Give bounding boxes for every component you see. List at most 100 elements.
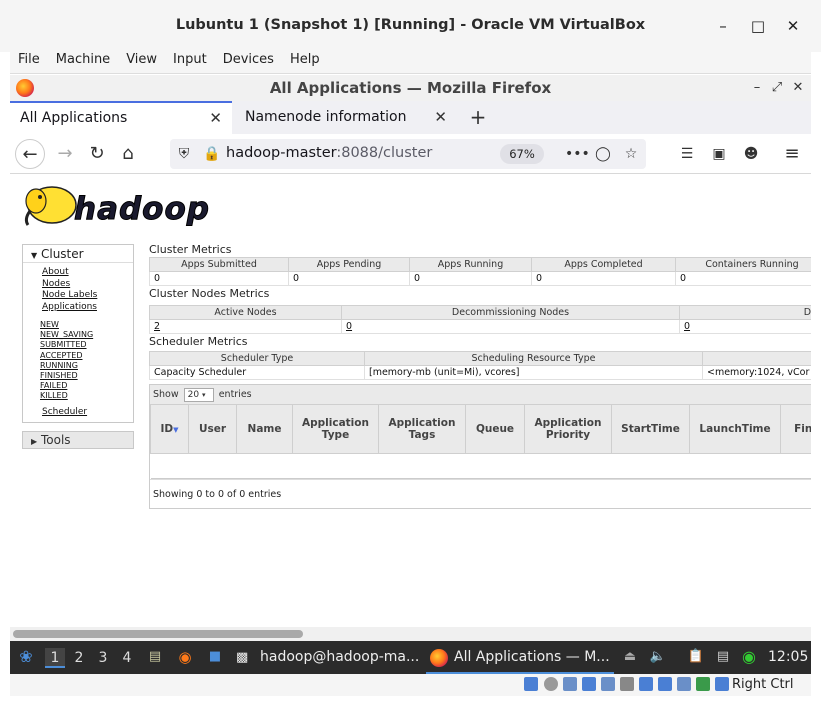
cluster-metrics-table: Apps Submitted Apps Pending Apps Running… xyxy=(149,257,811,286)
display-icon[interactable] xyxy=(639,677,653,691)
cluster-header[interactable]: ▼ Cluster xyxy=(23,245,133,263)
app-state-accepted[interactable]: ACCEPTED xyxy=(40,351,133,361)
sidebar-link-node-labels[interactable]: Node Labels xyxy=(42,290,133,302)
workspace-2[interactable]: 2 xyxy=(69,648,89,668)
column-header-launchtime[interactable]: LaunchTime xyxy=(689,404,781,454)
audio-icon[interactable] xyxy=(563,677,577,691)
entries-select[interactable]: 20 ▾ xyxy=(183,387,214,402)
sidebar-link-scheduler[interactable]: Scheduler xyxy=(42,407,133,419)
virtualization-icon[interactable] xyxy=(677,677,691,691)
close-tab-icon[interactable]: ✕ xyxy=(434,101,447,134)
forward-icon[interactable]: → xyxy=(50,139,80,169)
shared-folders-icon[interactable] xyxy=(620,677,634,691)
more-actions-icon[interactable]: ••• xyxy=(565,144,590,164)
menu-icon[interactable]: ≡ xyxy=(782,144,802,164)
optical-drive-icon[interactable] xyxy=(544,677,558,691)
sidebar-icon[interactable]: ▣ xyxy=(709,144,729,164)
account-icon[interactable]: ☻ xyxy=(741,144,761,164)
library-icon[interactable]: ☰ xyxy=(677,144,697,164)
hadoop-logo[interactable]: hadoop xyxy=(22,181,222,231)
ff-minimize-icon[interactable]: – xyxy=(748,79,766,97)
task-terminal[interactable]: ▩ hadoop@hadoop-ma... xyxy=(232,641,422,674)
maximize-icon[interactable]: □ xyxy=(746,14,770,38)
app-state-new[interactable]: NEW xyxy=(40,320,133,330)
mouse-integration-icon[interactable] xyxy=(696,677,710,691)
insecure-lock-icon[interactable]: 🔒 xyxy=(202,144,222,164)
keyboard-capture-icon[interactable] xyxy=(715,677,729,691)
desktop-icon[interactable]: ■ xyxy=(205,647,225,667)
clock[interactable]: 12:05 xyxy=(768,649,808,665)
hard-disk-icon[interactable] xyxy=(524,677,538,691)
clipboard-icon[interactable]: 📋 xyxy=(686,647,706,667)
applications-table: ID▼ User Name Application Type Applicati… xyxy=(150,404,811,479)
reload-icon[interactable]: ↻ xyxy=(82,139,112,169)
menu-input[interactable]: Input xyxy=(165,46,215,67)
scrollbar-thumb[interactable] xyxy=(13,630,303,638)
pocket-icon[interactable]: ◯ xyxy=(593,144,613,164)
app-state-failed[interactable]: FAILED xyxy=(40,381,133,391)
column-header-application-tags[interactable]: Application Tags xyxy=(378,404,466,454)
back-icon[interactable]: ← xyxy=(15,139,45,169)
menu-devices[interactable]: Devices xyxy=(215,46,282,67)
app-state-finished[interactable]: FINISHED xyxy=(40,371,133,381)
column-header: Containers Running xyxy=(675,257,811,272)
sidebar-link-applications[interactable]: Applications xyxy=(42,302,133,314)
new-tab-icon[interactable]: + xyxy=(466,105,490,129)
menu-file[interactable]: File xyxy=(10,46,48,67)
zoom-level-badge[interactable]: 67% xyxy=(500,144,544,164)
column-header-user[interactable]: User xyxy=(188,404,237,454)
column-header-id[interactable]: ID▼ xyxy=(150,404,189,454)
start-menu-icon[interactable]: ❀ xyxy=(16,647,36,667)
app-state-killed[interactable]: KILLED xyxy=(40,391,133,401)
app-state-submitted[interactable]: SUBMITTED xyxy=(40,340,133,350)
column-header-application-type[interactable]: Application Type xyxy=(292,404,379,454)
firefox-launcher-icon[interactable]: ◉ xyxy=(175,647,195,667)
tab-namenode-information[interactable]: Namenode information ✕ xyxy=(235,101,457,134)
ff-maximize-icon[interactable]: ⤢ xyxy=(768,79,786,97)
shield-icon[interactable]: ⛨ xyxy=(174,144,194,164)
close-icon[interactable]: ✕ xyxy=(781,14,805,38)
column-header-queue[interactable]: Queue xyxy=(465,404,525,454)
url-bar[interactable]: ⛨ 🔒 hadoop-master:8088/cluster 67% ••• ◯… xyxy=(170,139,646,169)
task-firefox[interactable]: All Applications — M... xyxy=(426,641,614,674)
close-tab-icon[interactable]: ✕ xyxy=(209,103,222,134)
volume-icon[interactable]: 🔈 xyxy=(648,647,668,667)
usb-icon[interactable] xyxy=(601,677,615,691)
workspace-1[interactable]: 1 xyxy=(45,648,65,668)
menu-machine[interactable]: Machine xyxy=(48,46,118,67)
cluster-section: ▼ Cluster About Nodes Node Labels Applic… xyxy=(22,244,134,424)
column-header-application-priority[interactable]: Application Priority xyxy=(524,404,612,454)
resource-type-value: [memory-mb (unit=Mi), vcores] xyxy=(364,365,703,380)
sidebar-link-nodes[interactable]: Nodes xyxy=(42,279,133,291)
network-icon[interactable]: ▤ xyxy=(713,647,733,667)
column-header-finishtime[interactable]: Fini xyxy=(780,404,811,454)
menu-help[interactable]: Help xyxy=(282,46,328,67)
column-header-name[interactable]: Name xyxy=(236,404,293,454)
file-manager-icon[interactable]: ▤ xyxy=(145,647,165,667)
active-nodes-link[interactable]: 2 xyxy=(149,319,342,334)
network-adapter-icon[interactable] xyxy=(582,677,596,691)
tab-all-applications[interactable]: All Applications ✕ xyxy=(10,101,232,134)
home-icon[interactable]: ⌂ xyxy=(113,139,143,169)
bookmark-star-icon[interactable]: ☆ xyxy=(621,144,641,164)
menu-view[interactable]: View xyxy=(118,46,165,67)
ff-close-icon[interactable]: ✕ xyxy=(789,79,807,97)
workspace-3[interactable]: 3 xyxy=(93,648,113,668)
column-header-starttime[interactable]: StartTime xyxy=(611,404,690,454)
decommissioned-nodes-link[interactable]: 0 xyxy=(679,319,811,334)
recording-icon[interactable] xyxy=(658,677,672,691)
app-state-running[interactable]: RUNNING xyxy=(40,361,133,371)
horizontal-scrollbar[interactable] xyxy=(10,627,811,641)
app-state-new-saving[interactable]: NEW_SAVING xyxy=(40,330,133,340)
decommissioning-nodes-link[interactable]: 0 xyxy=(341,319,680,334)
column-label: ID xyxy=(160,423,174,435)
tools-section[interactable]: ▶ Tools xyxy=(22,431,134,450)
workspace-4[interactable]: 4 xyxy=(117,648,137,668)
sidebar-link-about[interactable]: About xyxy=(42,267,133,279)
eject-icon[interactable]: ⏏ xyxy=(620,647,640,667)
navigation-bar: ← → ↻ ⌂ ⛨ 🔒 hadoop-master:8088/cluster 6… xyxy=(10,134,811,174)
update-icon[interactable]: ◉ xyxy=(739,647,759,667)
minimize-icon[interactable]: – xyxy=(711,14,735,38)
vbox-titlebar: Lubuntu 1 (Snapshot 1) [Running] - Oracl… xyxy=(0,0,821,52)
triangle-down-icon: ▼ xyxy=(31,251,38,260)
